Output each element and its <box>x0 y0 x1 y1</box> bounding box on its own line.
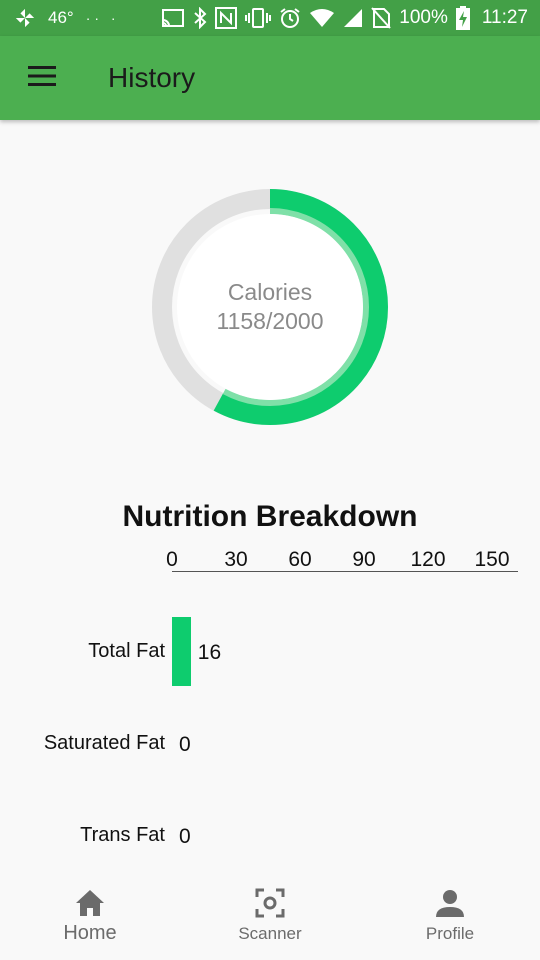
temperature-text: 46° <box>48 8 74 27</box>
nav-item-home[interactable]: Home <box>0 876 180 960</box>
bar-value-saturated-fat: 0 <box>179 733 191 756</box>
menu-button[interactable] <box>10 46 74 110</box>
x-axis-line <box>172 571 518 572</box>
scanner-icon <box>255 888 285 918</box>
nav-item-scanner[interactable]: Scanner <box>180 876 360 960</box>
nav-label-profile: Profile <box>425 924 475 943</box>
calories-label: Calories <box>227 279 313 305</box>
nutrition-breakdown-title: Nutrition Breakdown <box>122 500 418 533</box>
battery-charging-icon <box>455 6 470 30</box>
x-tick-label: 30 <box>224 548 248 571</box>
home-icon <box>74 888 106 918</box>
x-tick-label: 120 <box>410 548 446 571</box>
bar-value-trans-fat: 0 <box>179 825 191 848</box>
wifi-icon <box>309 8 335 28</box>
pinwheel-icon <box>14 7 36 29</box>
vibrate-icon <box>245 7 272 29</box>
bluetooth-icon <box>193 7 207 29</box>
alarm-icon <box>279 7 301 29</box>
app-bar: History <box>0 36 540 120</box>
signal-icon <box>343 8 363 28</box>
x-tick-label: 150 <box>474 548 510 571</box>
bottom-navigation: Home Scanner Profile <box>0 876 540 960</box>
x-tick-label: 60 <box>288 548 312 571</box>
battery-percent: 100% <box>399 7 448 28</box>
bar-total-fat <box>172 617 191 686</box>
profile-icon <box>435 888 465 918</box>
nav-label-scanner: Scanner <box>238 924 302 943</box>
x-tick-label: 0 <box>166 548 178 571</box>
cast-icon <box>161 8 185 28</box>
x-tick-label: 90 <box>352 548 376 571</box>
row-label-saturated-fat: Saturated Fat <box>43 732 165 754</box>
nav-item-profile[interactable]: Profile <box>360 876 540 960</box>
calories-progress-ring: Calories 1158/2000 <box>150 187 390 427</box>
dots-icon: ·· · <box>85 10 120 26</box>
calories-value: 1158/2000 <box>216 308 324 334</box>
status-bar: 46° ·· · 100% 11:27 <box>0 0 540 36</box>
page-title: History <box>108 62 196 93</box>
row-label-total-fat: Total Fat <box>88 640 165 662</box>
nav-label-home: Home <box>63 922 117 944</box>
no-sim-icon <box>371 7 391 29</box>
hamburger-menu-icon <box>27 65 57 92</box>
row-label-trans-fat: Trans Fat <box>80 824 165 846</box>
nfc-icon <box>215 7 238 29</box>
clock-time: 11:27 <box>481 7 528 28</box>
bar-value-total-fat: 16 <box>197 641 222 664</box>
